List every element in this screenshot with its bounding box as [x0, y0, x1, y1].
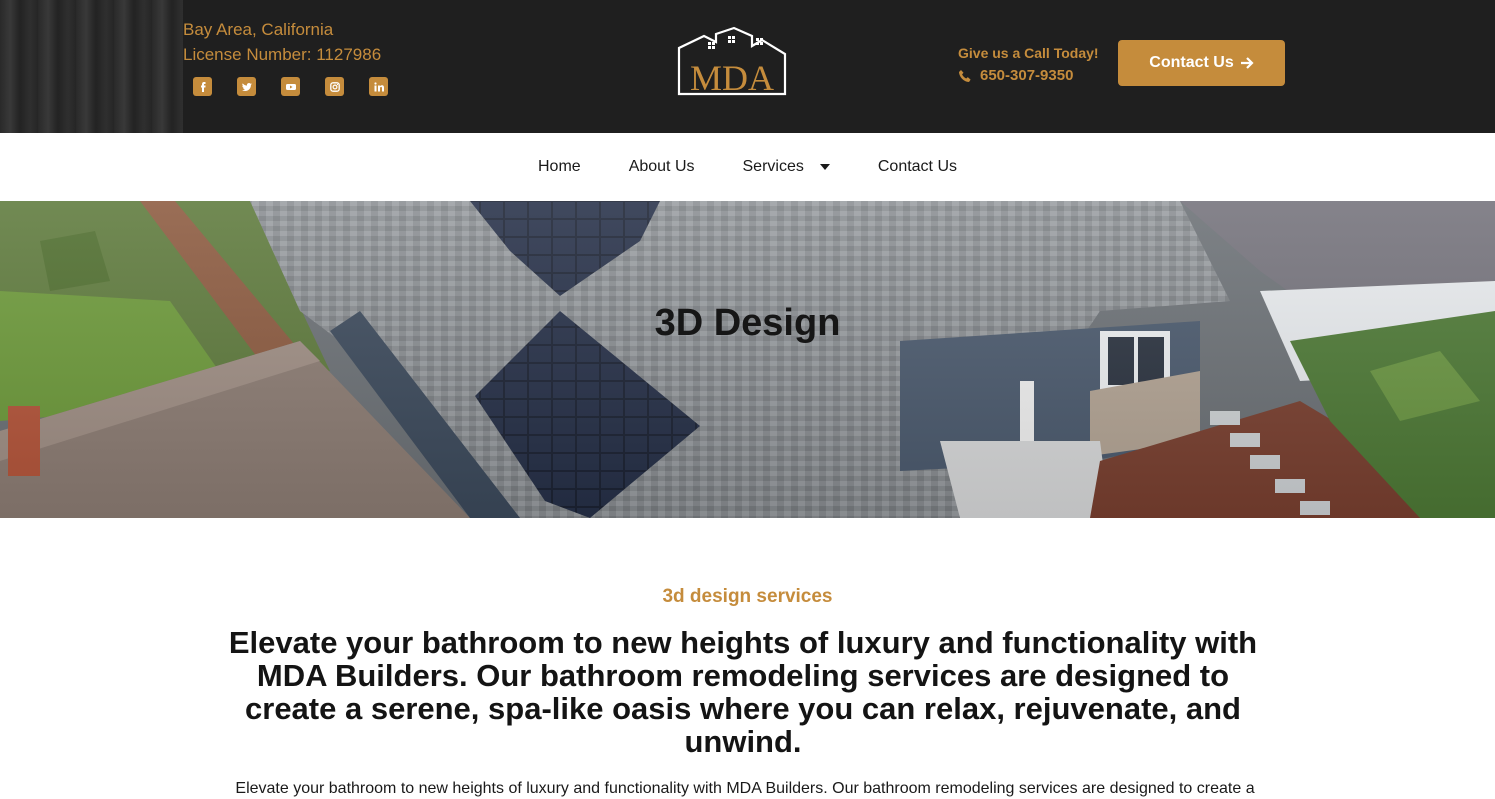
- location-block: Bay Area, California License Number: 112…: [183, 17, 381, 67]
- call-box: Give us a Call Today! 650-307-9350: [958, 44, 1099, 87]
- nav-item-label: Home: [538, 158, 581, 175]
- page-title: 3D Design: [654, 302, 841, 344]
- section-headline: Elevate your bathroom to new heights of …: [228, 625, 1258, 759]
- section-eyebrow: 3d design services: [662, 586, 833, 607]
- location-text: Bay Area, California: [183, 20, 334, 39]
- nav-item-label: Contact Us: [877, 158, 957, 175]
- nav-item-home[interactable]: Home: [538, 158, 581, 176]
- call-title: Give us a Call Today!: [958, 45, 1099, 61]
- nav-item-contact-us[interactable]: Contact Us: [878, 158, 957, 176]
- facebook-icon[interactable]: [193, 77, 212, 96]
- phone-link[interactable]: 650-307-9350: [958, 65, 1099, 87]
- license-text: License Number: 1127986: [183, 45, 382, 64]
- phone-number: 650-307-9350: [980, 67, 1074, 84]
- mda-logo[interactable]: MDA: [676, 26, 789, 98]
- top-bar: Bay Area, California License Number: 112…: [0, 0, 1495, 133]
- linkedin-icon[interactable]: [369, 77, 388, 96]
- nav-item-label: Services: [742, 158, 804, 175]
- hero-aerial-house-image: [0, 201, 1495, 518]
- hero-banner: [0, 201, 1495, 518]
- instagram-icon[interactable]: [325, 77, 344, 96]
- nav-item-label: About Us: [628, 158, 695, 175]
- social-links: [193, 77, 388, 96]
- nav-item-services[interactable]: Services: [743, 158, 830, 176]
- phone-icon: [959, 70, 971, 82]
- nav-item-about-us[interactable]: About Us: [629, 158, 695, 176]
- logo-text: MDA: [690, 58, 774, 97]
- contact-us-button[interactable]: Contact Us: [1118, 40, 1285, 86]
- caret-down-icon: [819, 164, 830, 170]
- main-nav: Home About Us Services Contact Us: [0, 133, 1495, 201]
- contact-us-button-label: Contact Us: [1149, 54, 1234, 71]
- youtube-icon[interactable]: [281, 77, 300, 96]
- arrow-right-icon: [1240, 57, 1254, 69]
- section-body-text: Elevate your bathroom to new heights of …: [235, 780, 1255, 797]
- curtain-decoration: [0, 0, 183, 133]
- twitter-icon[interactable]: [237, 77, 256, 96]
